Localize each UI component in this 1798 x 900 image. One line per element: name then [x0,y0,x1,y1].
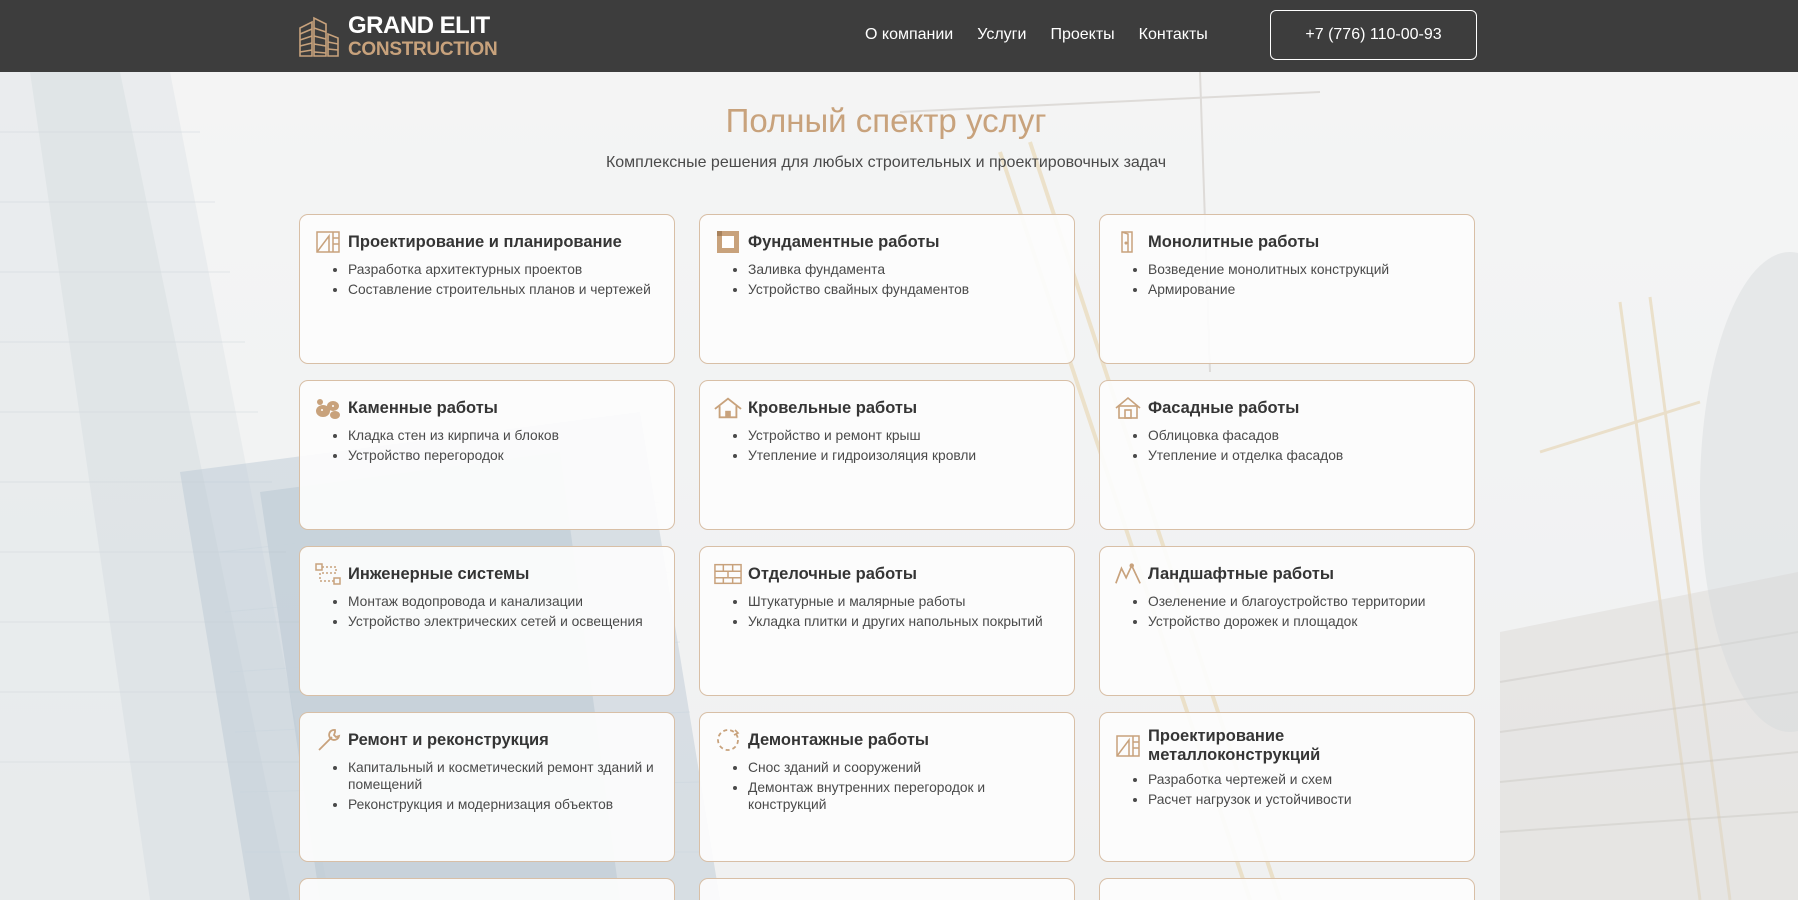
service-item: Штукатурные и малярные работы [748,593,1060,610]
house-icon [1114,395,1142,421]
demolition-icon [714,727,742,753]
service-title: Фасадные работы [1148,398,1300,417]
service-card-partial[interactable] [1099,878,1475,900]
service-item: Капитальный и косметический ремонт здани… [348,759,660,793]
stones-icon [314,395,342,421]
service-item: Разработка чертежей и схем [1148,771,1460,788]
service-card[interactable]: Фасадные работы Облицовка фасадов Утепле… [1099,380,1475,530]
logo-title: GRAND ELIT [348,11,490,39]
service-item: Возведение монолитных конструкций [1148,261,1460,278]
wrench-icon [314,727,342,753]
service-card[interactable]: Проектирование металлоконструкций Разраб… [1099,712,1475,862]
service-title: Ландшафтные работы [1148,564,1334,583]
service-title: Ремонт и реконструкция [348,730,549,749]
service-item: Устройство перегородок [348,447,660,464]
service-item: Составление строительных планов и чертеж… [348,281,660,298]
roof-icon [714,395,742,421]
service-item: Демонтаж внутренних перегородок и констр… [748,779,1060,813]
service-card[interactable]: Фундаментные работы Заливка фундамента У… [699,214,1075,364]
service-item: Озеленение и благоустройство территории [1148,593,1460,610]
building-logo-icon [299,16,339,57]
service-item: Снос зданий и сооружений [748,759,1060,776]
service-item: Заливка фундамента [748,261,1060,278]
foundation-icon [714,229,742,255]
service-item: Разработка архитектурных проектов [348,261,660,278]
nav-link-projects[interactable]: Проекты [1050,22,1114,48]
blueprint-icon [314,229,342,255]
steel-blueprint-icon [1114,733,1142,759]
service-item: Расчет нагрузок и устойчивости [1148,791,1460,808]
service-card[interactable]: Каменные работы Кладка стен из кирпича и… [299,380,675,530]
phone-button[interactable]: +7 (776) 110-00-93 [1270,10,1477,60]
site-header: GRAND ELIT CONSTRUCTION О компании Услуг… [0,0,1798,72]
service-title: Отделочные работы [748,564,917,583]
logo[interactable]: GRAND ELIT CONSTRUCTION [298,11,498,60]
service-card[interactable]: Отделочные работы Штукатурные и малярные… [699,546,1075,696]
service-item: Облицовка фасадов [1148,427,1460,444]
page-title: Полный спектр услуг [725,102,1047,139]
service-card[interactable]: Ремонт и реконструкция Капитальный и кос… [299,712,675,862]
door-icon [1114,229,1142,255]
service-title: Проектирование металлоконструкций [1148,727,1321,764]
logo-subtitle: CONSTRUCTION [348,38,498,60]
service-item: Утепление и гидроизоляция кровли [748,447,1060,464]
service-title: Каменные работы [348,398,498,417]
service-item: Устройство и ремонт крыш [748,427,1060,444]
service-item: Монтаж водопровода и канализации [348,593,660,610]
bricks-icon [714,561,742,587]
service-title: Фундаментные работы [748,232,940,251]
main-nav: О компании Услуги Проекты Контакты [865,22,1208,48]
service-item: Кладка стен из кирпича и блоков [348,427,660,444]
nav-link-services[interactable]: Услуги [977,22,1026,48]
nav-link-contacts[interactable]: Контакты [1139,22,1208,48]
service-card-partial[interactable] [299,878,675,900]
service-item: Утепление и отделка фасадов [1148,447,1460,464]
route-icon [314,561,342,587]
service-card[interactable]: Демонтажные работы Снос зданий и сооруже… [699,712,1075,862]
service-card-partial[interactable] [699,878,1075,900]
service-card[interactable]: Инженерные системы Монтаж водопровода и … [299,546,675,696]
service-item: Устройство свайных фундаментов [748,281,1060,298]
service-item: Устройство электрических сетей и освещен… [348,613,660,630]
service-item: Укладка плитки и других напольных покрыт… [748,613,1060,630]
service-card[interactable]: Монолитные работы Возведение монолитных … [1099,214,1475,364]
service-title: Проектирование и планирование [348,232,622,251]
service-item: Реконструкция и модернизация объектов [348,796,660,813]
nav-link-about[interactable]: О компании [865,22,953,48]
landscape-icon [1114,561,1142,587]
service-title: Демонтажные работы [748,730,930,749]
service-item: Армирование [1148,281,1460,298]
service-card[interactable]: Проектирование и планирование Разработка… [299,214,675,364]
service-title: Монолитные работы [1148,232,1320,251]
service-item: Устройство дорожек и площадок [1148,613,1460,630]
service-card[interactable]: Ландшафтные работы Озеленение и благоуст… [1099,546,1475,696]
page-subtitle: Комплексные решения для любых строительн… [605,154,1167,171]
service-title: Кровельные работы [748,398,918,417]
service-title: Инженерные системы [348,564,530,583]
service-card[interactable]: Кровельные работы Устройство и ремонт кр… [699,380,1075,530]
